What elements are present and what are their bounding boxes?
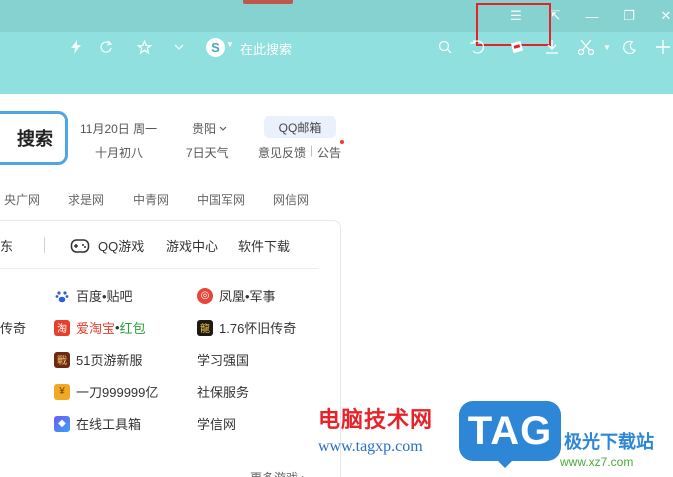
header-separator: | xyxy=(310,143,314,157)
card-divider xyxy=(0,268,318,269)
tab-game-center[interactable]: 游戏中心 xyxy=(166,236,218,255)
tab-software-download[interactable]: 软件下载 xyxy=(238,236,290,255)
link-ai-taobao[interactable]: 淘 爱淘宝 • 红包 xyxy=(54,318,146,337)
watermark-title: 电脑技术网 xyxy=(318,407,434,432)
title-bar xyxy=(0,0,673,32)
date-text: 11月20日 周一 xyxy=(80,122,158,136)
lightning-icon[interactable] xyxy=(65,36,87,58)
link-baidu-tieba-label: 百度•贴吧 xyxy=(76,289,133,304)
link-social-security[interactable]: 社保服务 xyxy=(197,382,249,401)
add-tab-icon[interactable] xyxy=(652,36,673,58)
link-xuexin[interactable]: 学信网 xyxy=(197,414,236,433)
refresh-icon[interactable] xyxy=(95,36,117,58)
search-button[interactable]: 搜索 xyxy=(0,111,68,165)
watermark-site-url: www.xz7.com xyxy=(560,455,634,469)
ifeng-logo-icon: ◎ xyxy=(197,287,213,304)
quick-links-card xyxy=(0,220,341,477)
tag-logo-pointer xyxy=(495,458,515,468)
gold-game-icon: ¥ xyxy=(54,383,70,400)
restore-button[interactable]: ❐ xyxy=(617,4,641,28)
moon-icon[interactable] xyxy=(618,36,640,58)
tag-logo: TAG xyxy=(459,401,561,461)
tab-qq-games-label: QQ游戏 xyxy=(98,239,145,254)
nav-link-yangguang[interactable]: 央广网 xyxy=(4,191,40,208)
minimize-button[interactable]: — xyxy=(580,4,604,28)
nav-link-junwang[interactable]: 中国军网 xyxy=(197,191,245,208)
undo-icon[interactable] xyxy=(466,36,488,58)
toolbox-icon: ◆ xyxy=(54,415,70,432)
link-ifeng-military-label: 凤凰•军事 xyxy=(219,289,276,304)
more-games-link[interactable]: 更多游戏 › xyxy=(250,469,305,477)
watermark-url: www.tagxp.com xyxy=(318,438,423,455)
city-selector[interactable]: 贵阳 xyxy=(192,120,227,137)
tab-indicator[interactable] xyxy=(243,0,293,4)
link-baidu-tieba[interactable]: 百度•贴吧 xyxy=(54,286,133,305)
link-51-yeyou[interactable]: 戰 51页游新服 xyxy=(54,350,142,369)
link-hongbao-label: 红包 xyxy=(119,321,146,336)
gamepad-icon xyxy=(70,238,90,253)
nav-link-qiushi[interactable]: 求是网 xyxy=(68,191,104,208)
chevron-down-icon xyxy=(219,126,227,131)
link-yidao-label: 一刀999999亿 xyxy=(76,385,159,400)
search-engine-dropdown-icon[interactable]: ▼ xyxy=(226,40,234,49)
link-partial-chuanqi[interactable]: 传奇 xyxy=(0,318,26,337)
qq-mail-button[interactable]: QQ邮箱 xyxy=(264,116,336,138)
link-ifeng-military[interactable]: ◎ 凤凰•军事 xyxy=(197,286,276,305)
star-icon[interactable] xyxy=(133,36,155,58)
notice-link[interactable]: 公告 xyxy=(317,144,341,161)
web-game-icon: 戰 xyxy=(54,351,70,368)
screenshot-icon[interactable] xyxy=(506,36,528,58)
card-tab-divider xyxy=(44,237,45,253)
tab-qq-games[interactable]: QQ游戏 xyxy=(70,236,144,255)
legend-game-icon: 龍 xyxy=(197,319,213,336)
scissors-dropdown-icon[interactable]: ▼ xyxy=(596,36,618,58)
minimize-icon: — xyxy=(585,8,599,24)
card-tab-partial[interactable]: 东 xyxy=(0,236,13,255)
sogou-logo-icon[interactable]: S xyxy=(206,38,225,57)
link-176-legend[interactable]: 龍 1.76怀旧传奇 xyxy=(197,318,296,337)
feedback-link[interactable]: 意见反馈 xyxy=(258,144,306,161)
link-176-legend-label: 1.76怀旧传奇 xyxy=(219,321,297,336)
link-yidao[interactable]: ¥ 一刀999999亿 xyxy=(54,382,158,401)
link-ai-taobao-label: 爱淘宝 xyxy=(76,321,116,336)
notice-red-dot xyxy=(340,140,344,144)
search-icon[interactable] xyxy=(434,36,456,58)
nav-link-zhongqing[interactable]: 中青网 xyxy=(133,191,169,208)
download-icon[interactable] xyxy=(541,36,563,58)
close-button[interactable]: ✕ xyxy=(654,4,673,28)
chevron-down-icon[interactable] xyxy=(168,36,190,58)
nav-link-wangxin[interactable]: 网信网 xyxy=(273,191,309,208)
weather-link[interactable]: 7日天气 xyxy=(186,144,229,161)
scissors-icon[interactable] xyxy=(575,36,597,58)
close-icon: ✕ xyxy=(660,8,672,23)
address-search-bar[interactable]: 在此搜索 xyxy=(240,39,292,58)
link-online-toolbox[interactable]: ◆ 在线工具箱 xyxy=(54,414,141,433)
pin-icon: ⇱ xyxy=(549,8,561,23)
link-51-yeyou-label: 51页游新服 xyxy=(76,353,143,368)
taobao-logo-icon: 淘 xyxy=(54,319,70,336)
baidu-paw-icon xyxy=(54,287,70,304)
restore-icon: ❐ xyxy=(623,8,635,23)
lunar-date-text: 十月初八 xyxy=(95,146,144,160)
link-xuexi-qiangguo[interactable]: 学习强国 xyxy=(197,350,249,369)
watermark-site-name: 极光下载站 xyxy=(564,432,654,452)
link-online-toolbox-label: 在线工具箱 xyxy=(76,417,142,432)
city-label: 贵阳 xyxy=(192,122,217,136)
